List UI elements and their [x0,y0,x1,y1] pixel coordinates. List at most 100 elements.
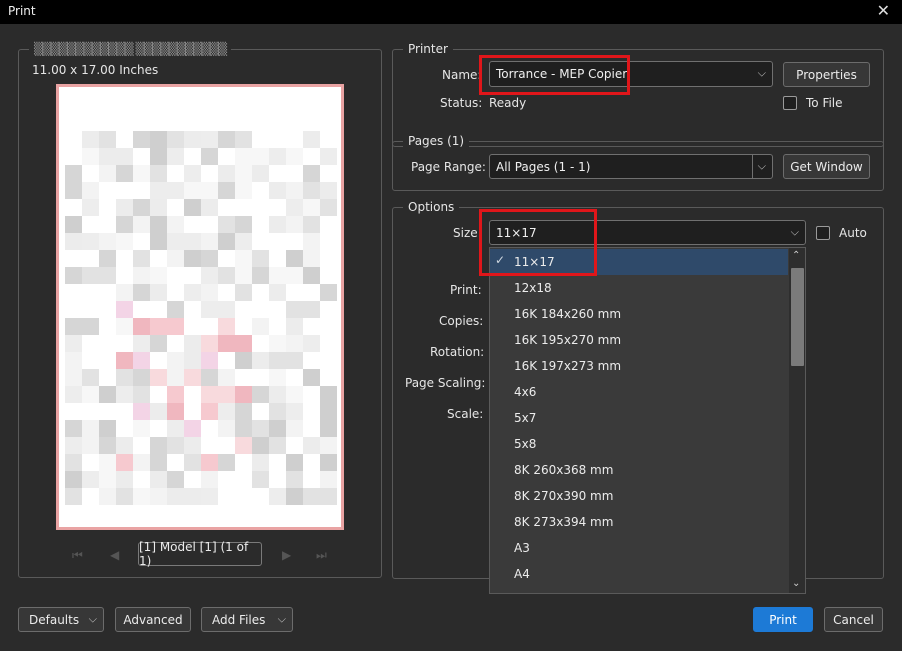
last-page-icon[interactable]: ⏭ [316,548,327,563]
preview-pixel [252,148,269,165]
preview-pixel [65,335,82,352]
preview-pixel [82,420,99,437]
page-range-label: Page Range: [411,160,486,174]
scrollbar-thumb[interactable] [791,268,804,366]
preview-pixel [99,250,116,267]
page-range-select[interactable]: All Pages (1 - 1) ⌵ [489,154,773,179]
preview-pixel [116,199,133,216]
preview-pixel [286,318,303,335]
preview-pixel [201,148,218,165]
cancel-button[interactable]: Cancel [824,607,883,632]
size-option[interactable]: 5x8 [490,431,788,457]
chevron-down-icon: ⌵ [278,612,286,626]
size-option[interactable]: 16K 195x270 mm [490,327,788,353]
to-file-label: To File [806,96,843,110]
defaults-button-label: Defaults [29,613,79,627]
preview-pixel [269,216,286,233]
defaults-button[interactable]: Defaults ⌵ [18,607,104,632]
preview-pixel [65,165,82,182]
preview-pixel [286,148,303,165]
dropdown-scrollbar[interactable]: ⌃ ⌄ [789,248,806,593]
preview-pixel [235,352,252,369]
preview-pixel [218,216,235,233]
preview-pixel [201,488,218,505]
preview-pixel [320,284,337,301]
size-option[interactable]: 12x18 [490,275,788,301]
print-button-label: Print [769,613,797,627]
size-option[interactable]: 8K 270x390 mm [490,483,788,509]
preview-pixel [150,182,167,199]
size-option[interactable]: A4 [490,561,788,587]
print-button[interactable]: Print [753,607,813,632]
size-option[interactable]: 8K 273x394 mm [490,509,788,535]
get-window-button[interactable]: Get Window [783,154,870,179]
preview-pixel [184,352,201,369]
preview-pixel [320,182,337,199]
preview-pixel [201,131,218,148]
preview-pixel [99,454,116,471]
next-page-icon[interactable]: ▶ [282,548,291,562]
size-option[interactable]: 4x6 [490,379,788,405]
preview-pixel [235,182,252,199]
preview-pixel [133,369,150,386]
auto-checkbox[interactable] [816,226,830,240]
preview-pixel [167,131,184,148]
add-files-button[interactable]: Add Files ⌵ [201,607,293,632]
preview-pixel [252,250,269,267]
prev-page-icon[interactable]: ◀ [110,548,119,562]
preview-pixel [269,284,286,301]
preview-pixel [235,250,252,267]
preview-pixel [184,488,201,505]
preview-pixel [184,233,201,250]
size-option-label: 8K 273x394 mm [514,515,613,529]
size-option[interactable]: ✓ 11×17 [490,249,788,275]
preview-pixel [286,420,303,437]
preview-pixel [235,335,252,352]
preview-pixel [252,352,269,369]
preview-pixel [184,131,201,148]
preview-pixel [82,386,99,403]
printer-name-select[interactable]: Torrance - MEP Copier ⌵ [489,61,773,87]
size-option[interactable]: 5x7 [490,405,788,431]
preview-pixel [235,437,252,454]
preview-pixel [133,131,150,148]
preview-pixel [133,488,150,505]
preview-pixel [201,233,218,250]
close-icon[interactable]: ✕ [877,2,890,20]
size-option[interactable]: 8K 260x368 mm [490,457,788,483]
properties-button[interactable]: Properties [783,62,870,87]
preview-pixel [82,471,99,488]
pages-legend: Pages (1) [403,133,469,149]
preview-pixel [150,284,167,301]
preview-pixel [303,267,320,284]
preview-pixel [167,420,184,437]
advanced-button[interactable]: Advanced [115,607,191,632]
preview-pixel [116,216,133,233]
preview-pixel [65,182,82,199]
preview-pixel [133,216,150,233]
first-page-icon[interactable]: ⏮ [72,548,83,563]
preview-pixel [167,488,184,505]
preview-pixel [167,352,184,369]
size-option-label: 12x18 [514,281,552,295]
preview-pixel [218,131,235,148]
preview-pixel [150,148,167,165]
page-indicator[interactable]: [1] Model [1] (1 of 1) [138,542,262,566]
preview-pixel [133,199,150,216]
size-option[interactable]: A3 [490,535,788,561]
preview-pixel [286,250,303,267]
size-option[interactable]: A5 [490,587,788,594]
preview-pixel [201,471,218,488]
preview-pixel [167,250,184,267]
size-select[interactable]: 11×17 ⌵ [489,220,806,245]
preview-pixel [116,369,133,386]
preview-pixel [99,420,116,437]
scroll-up-icon[interactable]: ⌃ [792,250,800,261]
scroll-down-icon[interactable]: ⌄ [792,578,800,589]
preview-pixel [65,318,82,335]
size-option[interactable]: 16K 184x260 mm [490,301,788,327]
preview-pixel [150,165,167,182]
to-file-checkbox[interactable] [783,96,797,110]
preview-pixel [167,403,184,420]
size-option[interactable]: 16K 197x273 mm [490,353,788,379]
